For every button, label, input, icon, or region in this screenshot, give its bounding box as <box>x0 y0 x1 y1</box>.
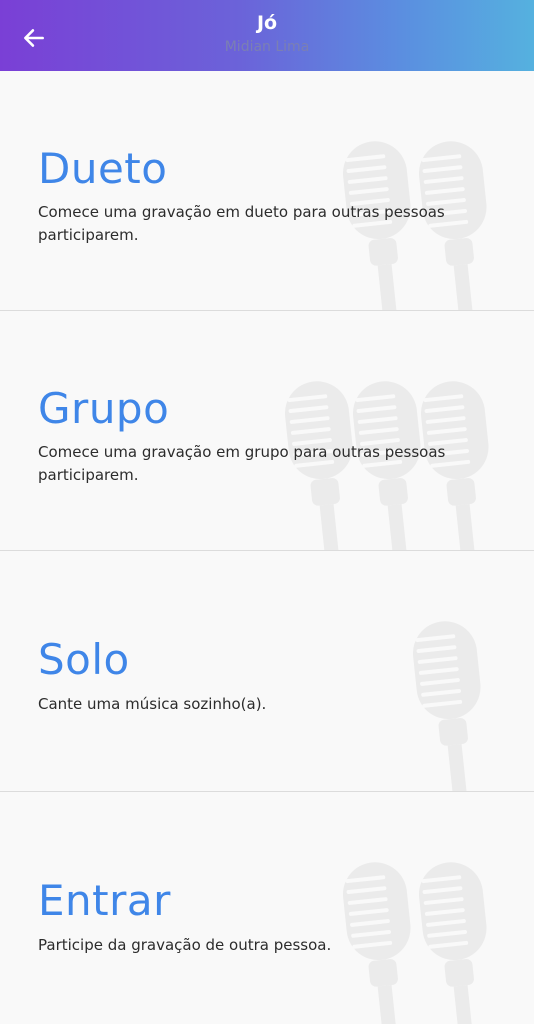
page-title: Jó <box>256 12 278 34</box>
top-bar: Jó Midian Lima <box>0 0 534 71</box>
option-grupo[interactable]: Grupo Comece uma gravação em grupo para … <box>0 311 534 551</box>
option-description: Comece uma gravação em dueto para outras… <box>38 203 445 244</box>
option-dueto[interactable]: Dueto Comece uma gravação em dueto para … <box>0 71 534 311</box>
option-title: Solo <box>38 635 130 684</box>
option-description: Comece uma gravação em grupo para outras… <box>38 443 446 484</box>
option-solo[interactable]: Solo Cante uma música sozinho(a). <box>0 551 534 791</box>
option-title: Grupo <box>38 384 170 433</box>
header-titles: Jó Midian Lima <box>0 10 534 58</box>
app-screen: Jó Midian Lima Dueto Comece uma gravação… <box>0 0 534 1024</box>
option-title: Entrar <box>38 876 171 925</box>
option-description: Cante uma música sozinho(a). <box>38 695 267 713</box>
option-entrar[interactable]: Entrar Participe da gravação de outra pe… <box>0 792 534 1024</box>
option-description: Participe da gravação de outra pessoa. <box>38 936 332 954</box>
page-subtitle: Midian Lima <box>224 39 310 55</box>
option-title: Dueto <box>38 144 168 193</box>
